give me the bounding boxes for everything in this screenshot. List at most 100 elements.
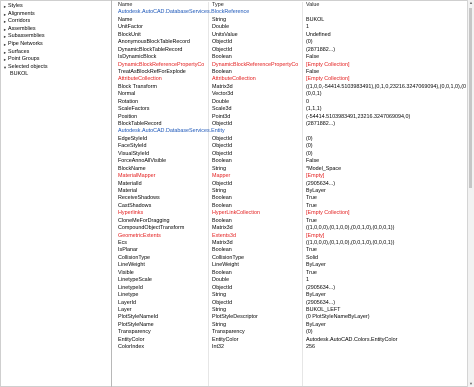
property-row[interactable]: IsPlanar Boolean True: [112, 247, 467, 254]
tree-item[interactable]: ▸ Surfaces: [2, 49, 110, 57]
property-name: CollisionType: [118, 254, 151, 261]
column-header-value[interactable]: Value: [306, 2, 466, 9]
property-row[interactable]: UnitFactor Double 1: [112, 24, 467, 31]
property-name: VisualStyleId: [118, 150, 150, 157]
tree-item[interactable]: ▸ Alignments: [2, 11, 110, 19]
grid-header-row: Name Type Value: [112, 2, 467, 9]
property-row[interactable]: AttributeCollection AttributeCollection [E…: [112, 76, 467, 83]
property-type: Matrix3d: [212, 83, 233, 90]
property-row[interactable]: Layer String BUKOL_LEFT: [112, 307, 467, 314]
property-name: Normal: [118, 91, 136, 98]
scroll-up-arrow-icon[interactable]: ▲: [468, 0, 474, 6]
property-row[interactable]: Name String BUKOL: [112, 17, 467, 24]
group-header-row[interactable]: Autodesk.AutoCAD.DatabaseServices.BlockR…: [112, 9, 467, 16]
property-row[interactable]: CloneMeForDragging Boolean True: [112, 218, 467, 225]
property-row[interactable]: EdgeStyleId ObjectId (0): [112, 136, 467, 143]
property-row[interactable]: GeometricExtents Extents3d [Empty]: [112, 233, 467, 240]
property-row[interactable]: AnonymousBlockTableRecord ObjectId (0): [112, 39, 467, 46]
property-type: CollisionType: [212, 254, 245, 261]
property-row[interactable]: DynamicBlockReferencePropertyCollection D…: [112, 62, 467, 69]
property-value: (1,1,1): [306, 106, 322, 113]
property-type: Mapper: [212, 173, 231, 180]
property-value: (0 PlotStyleNameByLayer): [306, 314, 370, 321]
tree-item[interactable]: ▸ Pipe Networks: [2, 41, 110, 49]
property-row[interactable]: CollisionType CollisionType Solid: [112, 255, 467, 262]
property-row[interactable]: MaterialMapper Mapper [Empty]: [112, 173, 467, 180]
property-row[interactable]: Block Transform Matrix3d ((1,0,0,-54414.51…: [112, 84, 467, 91]
property-name: CastShadows: [118, 202, 152, 209]
property-row[interactable]: Visible Boolean True: [112, 270, 467, 277]
scroll-thumb[interactable]: [469, 8, 472, 188]
property-row[interactable]: Material String ByLayer: [112, 188, 467, 195]
property-row[interactable]: MaterialId ObjectId (2905634...): [112, 181, 467, 188]
property-row[interactable]: ForceAnnoAllVisible Boolean False: [112, 158, 467, 165]
property-row[interactable]: ColorIndex Int32 256: [112, 344, 467, 351]
group-header-row[interactable]: Autodesk.AutoCAD.DatabaseServices.Entity: [112, 128, 467, 135]
property-name: LineWeight: [118, 262, 145, 269]
column-header-name[interactable]: Name: [118, 2, 204, 9]
property-name: LinetypeId: [118, 284, 143, 291]
property-value: [Empty Collection]: [306, 210, 350, 217]
property-value: BUKOL_LEFT: [306, 306, 341, 313]
property-row[interactable]: VisualStyleId ObjectId (0): [112, 151, 467, 158]
property-row[interactable]: IsDynamicBlock Boolean False: [112, 54, 467, 61]
property-row[interactable]: DynamicBlockTableRecord ObjectId (2871882.…: [112, 47, 467, 54]
property-type: Transparency: [212, 329, 245, 336]
property-type: ObjectId: [212, 39, 233, 46]
property-name: Block Transform: [118, 83, 157, 90]
property-type: ObjectId: [212, 284, 233, 291]
property-row[interactable]: PlotStyleName String ByLayer: [112, 322, 467, 329]
tree-item[interactable]: ▾ Selected objects: [2, 64, 110, 72]
property-row[interactable]: Position Point3d (-54414.5103983491,23216.…: [112, 114, 467, 121]
property-row[interactable]: Rotation Double 0: [112, 99, 467, 106]
tree-item[interactable]: ▸ Corridors: [2, 18, 110, 26]
property-row[interactable]: EntityColor EntityColor Autodesk.AutoCAD.C…: [112, 337, 467, 344]
property-row[interactable]: LinetypeId ObjectId (2905634...): [112, 285, 467, 292]
property-row[interactable]: PlotStyleNameId PlotStyleDescriptor (0 Plo…: [112, 314, 467, 321]
property-row[interactable]: FaceStyleId ObjectId (0): [112, 143, 467, 150]
property-value: *Model_Space: [306, 165, 342, 172]
property-row[interactable]: Normal Vector3d (0,0,1): [112, 91, 467, 98]
property-type: ObjectId: [212, 143, 233, 150]
property-value: ((1,0,0,0),(0,1,0,0),(0,0,1,0),(0,0,0,1)…: [306, 240, 395, 246]
tree-item[interactable]: ▸ Assemblies: [2, 26, 110, 34]
property-value: (0): [306, 150, 313, 157]
property-name: GeometricExtents: [118, 232, 161, 239]
tree-item-label: Alignments: [8, 10, 35, 17]
property-type: AttributeCollection: [212, 76, 256, 83]
property-name: BlockName: [118, 165, 146, 172]
property-row[interactable]: CastShadows Boolean True: [112, 203, 467, 210]
property-row[interactable]: ScaleFactors Scale3d (1,1,1): [112, 106, 467, 113]
scroll-down-arrow-icon[interactable]: ▼: [468, 381, 474, 387]
property-row[interactable]: LineWeight LineWeight ByLayer: [112, 262, 467, 269]
property-value: 1: [306, 277, 309, 284]
property-name: Material: [118, 187, 138, 194]
property-row[interactable]: Hyperlinks HyperLinkCollection [Empty Coll…: [112, 210, 467, 217]
tree-item[interactable]: ▸ Subassemblies: [2, 33, 110, 41]
object-tree[interactable]: ▸ Styles ▸ Alignments ▸ Corridors ▸ Assemblies ▸…: [2, 3, 110, 385]
property-row[interactable]: CompoundObjectTransform Matrix3d ((1,0,0,0…: [112, 225, 467, 232]
property-row[interactable]: BlockName String *Model_Space: [112, 166, 467, 173]
property-name: ForceAnnoAllVisible: [118, 158, 167, 165]
property-row[interactable]: LinetypeScale Double 1: [112, 277, 467, 284]
property-row[interactable]: BlockTableRecord ObjectId (2871882...): [112, 121, 467, 128]
tree-item-selected-object[interactable]: BUKOL: [2, 71, 110, 79]
property-value: (2871882...): [306, 121, 336, 127]
property-row[interactable]: Linetype String ByLayer: [112, 292, 467, 299]
property-row[interactable]: TreatAsBlockRefForExplode Boolean False: [112, 69, 467, 76]
property-grid[interactable]: Name Type Value Autodesk.AutoCAD.DatabaseSe…: [112, 2, 467, 386]
vertical-scrollbar[interactable]: ▲ ▼: [467, 0, 474, 387]
property-type: String: [212, 16, 227, 23]
property-type: String: [212, 165, 227, 172]
property-value: ByLayer: [306, 321, 326, 328]
property-row[interactable]: LayerId ObjectId (2905634...): [112, 300, 467, 307]
property-row[interactable]: BlockUnit UnitsValue Undefined: [112, 32, 467, 39]
property-row[interactable]: ReceiveShadows Boolean True: [112, 195, 467, 202]
property-row[interactable]: Ecs Matrix3d ((1,0,0,0),(0,1,0,0),(0,0,1,0…: [112, 240, 467, 247]
column-header-type[interactable]: Type: [212, 2, 298, 9]
property-type: ObjectId: [212, 121, 233, 127]
property-type: Double: [212, 98, 230, 105]
tree-item[interactable]: ▸ Point Groups: [2, 56, 110, 64]
property-row[interactable]: Transparency Transparency (0): [112, 329, 467, 336]
tree-item[interactable]: ▸ Styles: [2, 3, 110, 11]
